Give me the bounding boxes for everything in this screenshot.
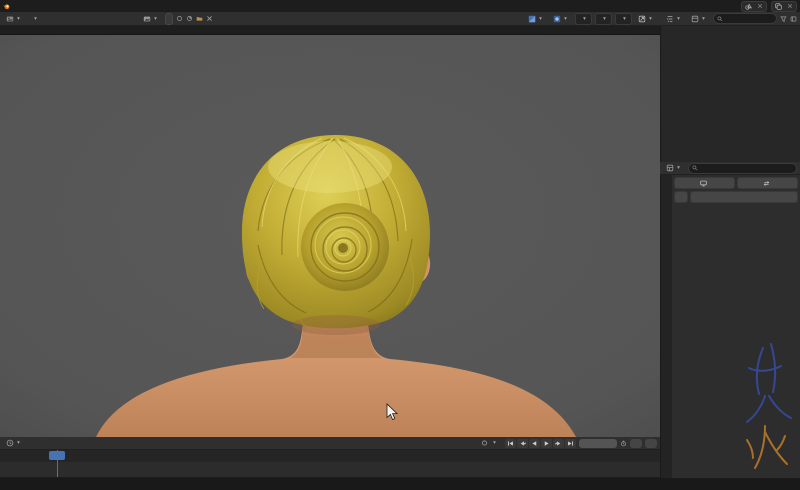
search-icon [692,165,698,171]
menu-image[interactable] [56,18,64,20]
scene-selector[interactable] [741,1,767,12]
add-modifier-button[interactable] [690,191,798,203]
outliner-header: ▾ ▾ [660,12,800,26]
filter-icon[interactable] [780,15,787,22]
jump-to-end-button[interactable] [565,439,576,448]
chevron-down-icon: ▾ [32,16,39,22]
render-info-strip [0,26,660,35]
properties-header: ▾ [660,162,800,175]
render-slot-dropdown[interactable]: ▾ [575,13,592,25]
cycle-render-slot-icon[interactable] [186,15,193,22]
outliner-options-icon[interactable] [790,15,797,22]
image-mode-dropdown[interactable]: ▾ [28,15,42,23]
viewport-vis-button[interactable] [674,177,735,189]
topbar-right [741,1,797,12]
add-modifier-row [674,191,798,203]
timeline-track[interactable] [0,462,660,477]
display-channels-alpha-icon[interactable]: ▾ [550,14,572,24]
render-pass-dropdown[interactable]: ▾ [615,13,632,25]
modifier-list-toolbar [674,177,798,189]
properties-editor-dropdown[interactable]: ▾ [663,163,685,173]
outliner-display-mode-dropdown[interactable]: ▾ [688,14,710,24]
image-editor-header: ▾ ▾ ▾ ▾ ▾ ▾ ▾ ▾ ▾ [0,12,660,26]
next-keyframe-button[interactable] [553,439,564,448]
pin-image-icon[interactable] [176,15,183,22]
toggle-stack-button[interactable] [737,177,798,189]
monitor-icon [700,180,707,187]
viewlayer-selector[interactable] [771,1,797,12]
scene-icon [745,3,752,10]
properties-tab-column [660,175,672,478]
render-result-image [0,35,660,437]
current-frame-field[interactable] [579,439,617,448]
auto-keying-icon[interactable] [481,440,488,447]
mouse-cursor [386,403,398,421]
outliner-tree [660,26,800,162]
open-image-icon[interactable] [196,15,203,22]
render-viewport[interactable] [0,35,660,437]
status-bar [0,478,800,490]
display-channels-color-icon[interactable]: ▾ [525,14,547,24]
add-workspace-button[interactable] [22,5,34,8]
properties-content [672,175,800,478]
playback-controls [505,439,576,448]
view-layer-dropdown[interactable]: ▾ [595,13,612,25]
chevron-down-icon: ▾ [15,16,22,22]
add-modifier-plus-button[interactable] [674,191,688,203]
timeline-header: ▾ ▾ [0,437,660,450]
playhead-frame-badge[interactable] [49,451,65,460]
remove-viewlayer-icon[interactable] [786,3,793,10]
outliner-search-input[interactable] [713,13,777,24]
unlink-image-icon[interactable] [206,15,213,22]
prev-keyframe-button[interactable] [517,439,528,448]
timeline-editor-dropdown[interactable]: ▾ [3,438,25,448]
search-icon [717,16,723,22]
outliner-editor-dropdown[interactable]: ▾ [663,14,685,24]
properties-search-input[interactable] [688,163,797,174]
play-reverse-button[interactable] [529,439,540,448]
blender-logo-icon[interactable] [3,3,10,10]
editor-type-dropdown[interactable]: ▾ [3,14,25,24]
swap-icon [763,180,770,187]
blender-window: ▾ ▾ ▾ ▾ ▾ ▾ ▾ ▾ ▾ [0,0,800,490]
play-button[interactable] [541,439,552,448]
menu-view[interactable] [45,18,53,20]
image-name-field[interactable] [165,13,173,25]
auto-keying-dropdown-icon[interactable]: ▾ [491,440,498,446]
unlink-scene-icon[interactable] [756,3,763,10]
frame-end-field[interactable] [645,439,657,448]
topbar [0,0,800,12]
frame-start-field[interactable] [630,439,642,448]
use-preview-range-icon[interactable] [620,440,627,447]
viewlayer-icon [775,3,782,10]
gizmos-dropdown-icon[interactable]: ▾ [635,14,657,24]
jump-to-start-button[interactable] [505,439,516,448]
image-datablock-icon[interactable]: ▾ [140,14,162,24]
